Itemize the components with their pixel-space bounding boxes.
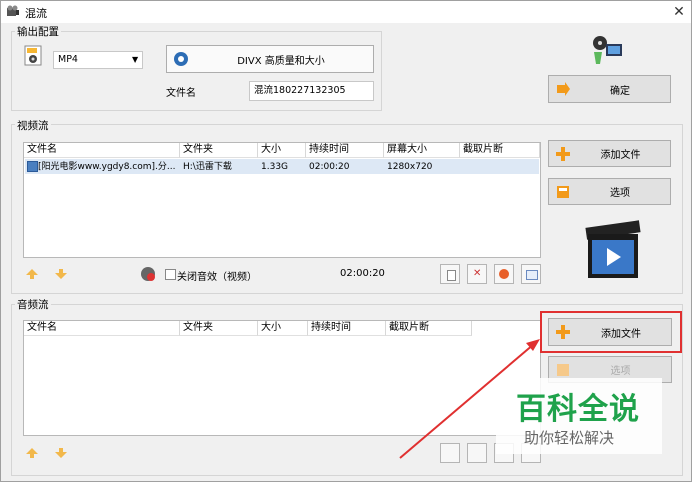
watermark-title: 百科全说 bbox=[516, 392, 640, 427]
watermark: 百科全说 助你轻松解决 bbox=[496, 378, 662, 454]
watermark-subtitle: 助你轻松解决 bbox=[524, 429, 615, 447]
